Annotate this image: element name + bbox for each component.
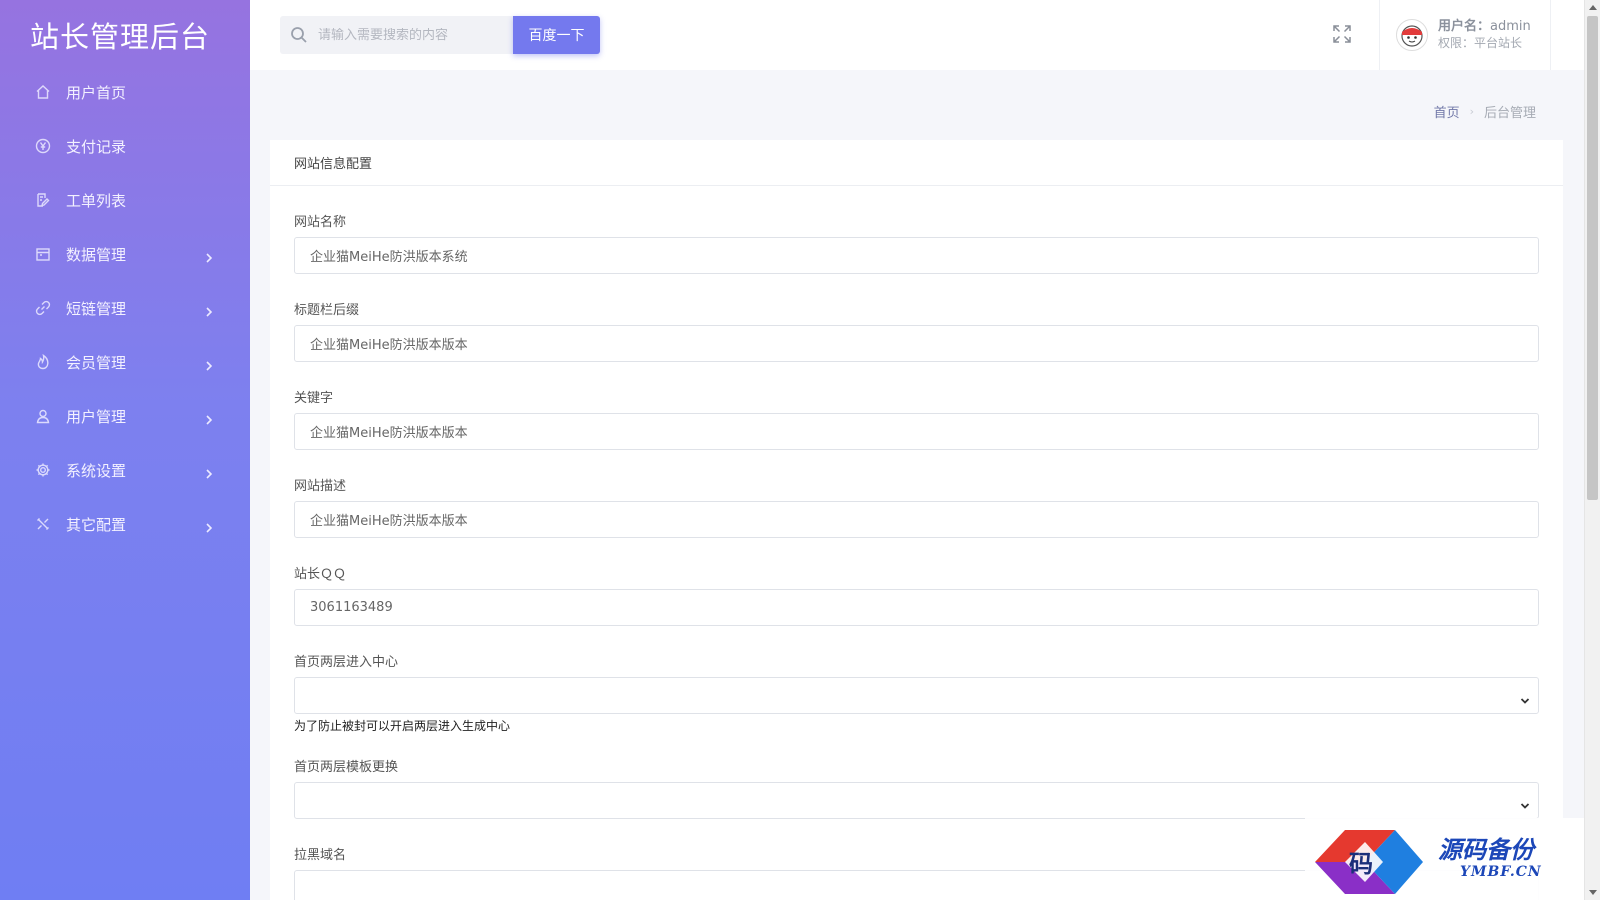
link-icon — [34, 299, 52, 317]
user-menu[interactable]: 用户名：admin 权限：平台站长 — [1379, 0, 1551, 70]
search-form: 百度一下 — [280, 16, 600, 54]
top-bar: 百度一下 用户名：admin 权限：平台站长 — [250, 0, 1584, 70]
edit-icon — [34, 191, 52, 209]
watermark-title: 源码备份 — [1438, 835, 1534, 864]
brand-title: 站长管理后台 — [30, 20, 211, 54]
user-name: 用户名：admin — [1438, 19, 1531, 34]
fire-icon — [34, 353, 52, 371]
sidebar-item-user-home[interactable]: 用户首页 — [0, 65, 250, 119]
two-layer-entry-select[interactable] — [294, 677, 1539, 714]
sidebar-item-data-management[interactable]: 数据管理 — [0, 227, 250, 281]
breadcrumb-home-link[interactable]: 首页 — [1434, 102, 1460, 121]
admin-qq-input[interactable] — [294, 589, 1539, 626]
breadcrumb-current: 后台管理 — [1483, 106, 1536, 121]
keywords-input[interactable] — [294, 413, 1539, 450]
help-text: 为了防止被封可以开启两层进入生成中心 — [294, 719, 511, 733]
chevron-right-icon — [204, 519, 214, 533]
chevron-right-icon — [204, 249, 214, 263]
sidebar-item-label: 会员管理 — [66, 353, 127, 372]
title-suffix-input[interactable] — [294, 325, 1539, 362]
user-role: 权限：平台站长 — [1438, 36, 1523, 50]
chevron-right-icon — [204, 357, 214, 371]
sidebar-item-label: 用户管理 — [66, 407, 127, 426]
sidebar-nav: 用户首页 支付记录 工单列表 数据管理 短链管理 会员管理 用户管理 系统设置 … — [0, 65, 250, 551]
scroll-down-arrow[interactable] — [1589, 890, 1597, 895]
sidebar: 站长管理后台 用户首页 支付记录 工单列表 数据管理 短链管理 会员管理 用户管… — [0, 0, 250, 900]
sidebar-item-label: 数据管理 — [66, 245, 127, 264]
sidebar-item-label: 用户首页 — [66, 83, 127, 102]
scrollbar-thumb[interactable] — [1587, 16, 1598, 500]
page-scrollbar[interactable] — [1584, 0, 1600, 900]
avatar — [1396, 19, 1428, 51]
user-icon — [34, 407, 52, 425]
site-name-input[interactable] — [294, 237, 1539, 274]
sidebar-item-label: 其它配置 — [66, 515, 127, 534]
field-label: 首页两层进入中心 — [294, 655, 399, 670]
fullscreen-icon[interactable] — [1332, 24, 1354, 46]
field-label: 首页两层模板更换 — [294, 760, 399, 775]
watermark-emblem: 码 — [1315, 830, 1423, 894]
watermark-logo-char: 码 — [1349, 849, 1373, 878]
site-config-card: 网站信息配置 网站名称 标题栏后缀 关键字 网站描述 站长ＱＱ 首页两层进入中心… — [270, 140, 1563, 900]
yen-icon — [34, 137, 52, 155]
watermark-subtitle: YMBF.CN — [1460, 864, 1542, 880]
sidebar-item-label: 支付记录 — [66, 137, 127, 156]
chevron-down-icon — [1520, 691, 1530, 704]
sidebar-item-label: 工单列表 — [66, 191, 127, 210]
sidebar-item-payment-records[interactable]: 支付记录 — [0, 119, 250, 173]
card-title: 网站信息配置 — [270, 140, 1563, 186]
search-input[interactable] — [318, 27, 503, 43]
chevron-right-icon — [204, 465, 214, 479]
breadcrumb: 首页 › 后台管理 — [1434, 102, 1536, 121]
search-box — [280, 16, 513, 54]
field-label: 关键字 — [294, 391, 334, 406]
home-icon — [34, 83, 52, 101]
field-label: 站长ＱＱ — [294, 567, 347, 582]
tools-icon — [34, 515, 52, 533]
watermark-logo: 码 源码备份 YMBF.CN — [1305, 818, 1595, 900]
sidebar-item-tickets[interactable]: 工单列表 — [0, 173, 250, 227]
chevron-right-icon — [204, 411, 214, 425]
sidebar-item-label: 系统设置 — [66, 461, 127, 480]
field-label: 网站描述 — [294, 479, 347, 494]
search-button[interactable]: 百度一下 — [513, 16, 600, 54]
sidebar-item-system-settings[interactable]: 系统设置 — [0, 443, 250, 497]
field-label: 网站名称 — [294, 215, 347, 230]
user-info: 用户名：admin 权限：平台站长 — [1438, 19, 1531, 51]
sidebar-item-other-config[interactable]: 其它配置 — [0, 497, 250, 551]
site-config-form: 网站名称 标题栏后缀 关键字 网站描述 站长ＱＱ 首页两层进入中心 为了防止被封… — [270, 211, 1563, 900]
scroll-up-arrow[interactable] — [1589, 5, 1597, 10]
site-description-input[interactable] — [294, 501, 1539, 538]
sidebar-item-label: 短链管理 — [66, 299, 127, 318]
chevron-right-icon — [204, 303, 214, 317]
two-layer-template-select[interactable] — [294, 782, 1539, 819]
sidebar-item-user-management[interactable]: 用户管理 — [0, 389, 250, 443]
search-icon — [291, 27, 307, 43]
sidebar-item-member-management[interactable]: 会员管理 — [0, 335, 250, 389]
chevron-down-icon — [1520, 796, 1530, 809]
gear-icon — [34, 461, 52, 479]
breadcrumb-separator: › — [1469, 105, 1474, 118]
sidebar-item-shortlink-management[interactable]: 短链管理 — [0, 281, 250, 335]
calendar-icon — [34, 245, 52, 263]
field-label: 标题栏后缀 — [294, 303, 360, 318]
